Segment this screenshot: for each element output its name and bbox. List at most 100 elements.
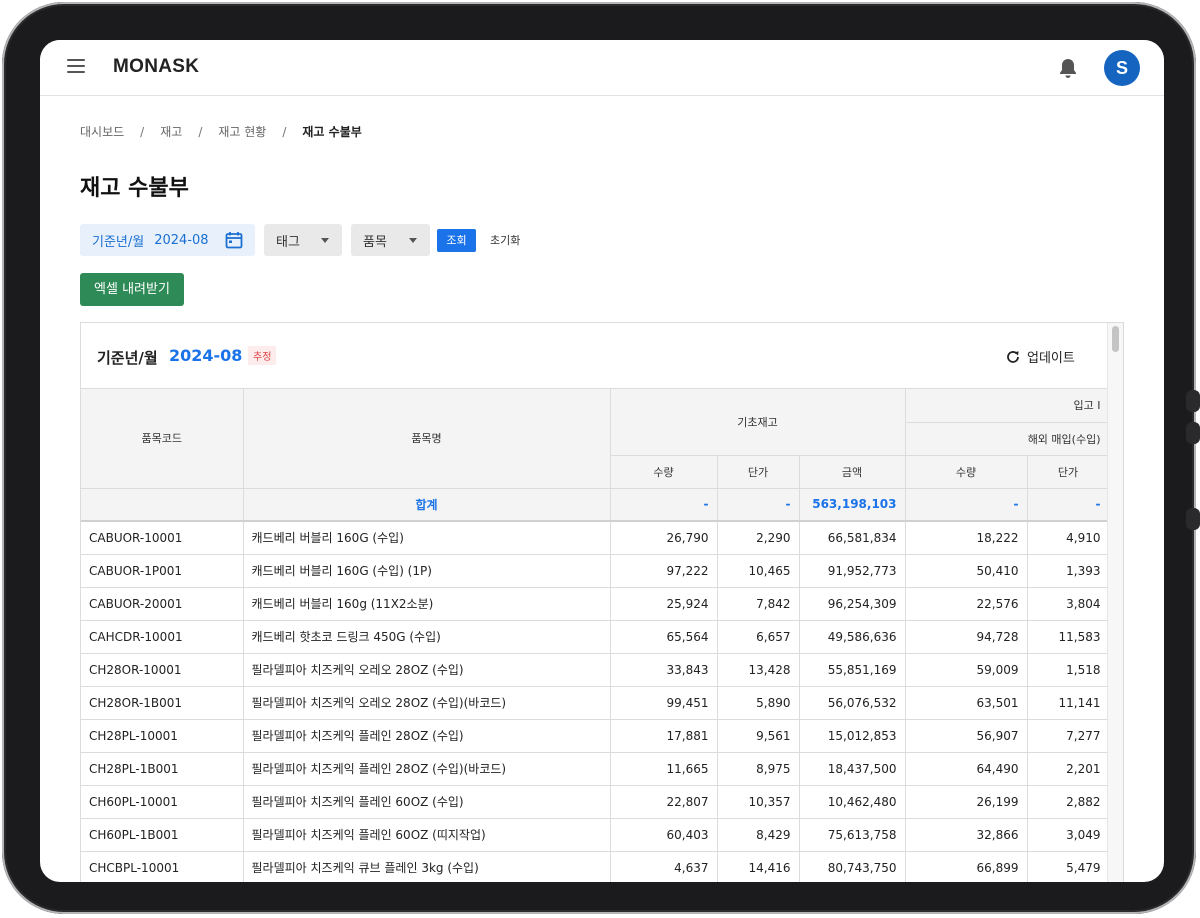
header-inbound: 입고 I [905, 389, 1110, 423]
cell-code: CH60PL-10001 [81, 785, 244, 819]
table-row[interactable]: CABUOR-20001 캐드베리 버블리 160g (11X2소분) 25,924… [81, 587, 1110, 621]
cell-code: CH28OR-1B001 [81, 686, 244, 720]
cell-in-price: 11,583 [1027, 620, 1110, 654]
cell-name: 필라델피아 치즈케익 플레인 28OZ (수입) [243, 719, 611, 753]
total-opening-qty: - [610, 488, 718, 522]
cell-in-qty: 32,866 [905, 818, 1028, 852]
item-select[interactable]: 품목 [351, 224, 430, 256]
cell-in-qty: 22,576 [905, 587, 1028, 621]
table-row[interactable]: CH28OR-10001 필라델피아 치즈케익 오레오 28OZ (수입) 33,8… [81, 653, 1110, 687]
breadcrumb-current: 재고 수불부 [302, 125, 362, 139]
breadcrumb-inventory[interactable]: 재고 [160, 123, 182, 140]
cell-qty: 99,451 [610, 686, 718, 720]
total-label: 합계 [243, 488, 611, 522]
cell-qty: 11,665 [610, 752, 718, 786]
breadcrumb-dashboard[interactable]: 대시보드 [80, 123, 124, 140]
table-row[interactable]: CH60PL-1B001 필라델피아 치즈케익 플레인 60OZ (띠지작업) 60… [81, 818, 1110, 852]
cell-name: 캐드베리 버블리 160G (수입) (1P) [243, 554, 611, 588]
cell-price: 8,429 [717, 818, 800, 852]
cell-qty: 25,924 [610, 587, 718, 621]
chevron-down-icon [409, 238, 417, 243]
cell-in-price: 3,049 [1027, 818, 1110, 852]
side-button [1186, 508, 1200, 530]
cell-amount: 18,437,500 [799, 752, 906, 786]
header-item-name: 품목명 [243, 389, 611, 489]
date-filter-value: 2024-08 [154, 232, 209, 248]
excel-download-button[interactable]: 엑셀 내려받기 [80, 273, 184, 306]
cell-price: 2,290 [717, 521, 800, 555]
cell-qty: 97,222 [610, 554, 718, 588]
cell-amount: 91,952,773 [799, 554, 906, 588]
scrollbar-thumb[interactable] [1112, 326, 1119, 352]
cell-in-price: 7,277 [1027, 719, 1110, 753]
cell-code: CHCBPL-10001 [81, 851, 244, 882]
cell-code: CABUOR-20001 [81, 587, 244, 621]
breadcrumb-separator: / [282, 124, 287, 139]
inventory-ledger-table: 품목코드 품목명 기초재고 입고 I 해외 매입(수입) 수량 단가 금액 수량… [81, 389, 1110, 882]
cell-name: 캐드베리 버블리 160G (수입) [243, 521, 611, 555]
card-header: 기준년/월 2024-08 추정 업데이트 [81, 323, 1109, 389]
cell-name: 필라델피아 치즈케익 플레인 28OZ (수입)(바코드) [243, 752, 611, 786]
refresh-icon [1007, 350, 1019, 363]
table-row[interactable]: CH28PL-1B001 필라델피아 치즈케익 플레인 28OZ (수입)(바코드… [81, 752, 1110, 786]
total-inbound-qty: - [905, 488, 1028, 522]
header-opening-stock: 기초재고 [610, 389, 906, 456]
cell-in-price: 11,141 [1027, 686, 1110, 720]
brand-logo: MONASK [113, 56, 200, 77]
total-inbound-price: - [1027, 488, 1110, 522]
cell-in-price: 2,201 [1027, 752, 1110, 786]
user-avatar[interactable]: S [1104, 50, 1140, 86]
cell-qty: 17,881 [610, 719, 718, 753]
table-row[interactable]: CH60PL-10001 필라델피아 치즈케익 플레인 60OZ (수입) 22,8… [81, 785, 1110, 819]
table-row[interactable]: CH28PL-10001 필라델피아 치즈케익 플레인 28OZ (수입) 17,8… [81, 719, 1110, 753]
table-scrollbar[interactable] [1107, 323, 1123, 882]
cell-amount: 66,581,834 [799, 521, 906, 555]
item-select-label: 품목 [363, 234, 387, 250]
notification-bell-icon[interactable] [1058, 57, 1078, 79]
cell-price: 7,842 [717, 587, 800, 621]
cell-amount: 49,586,636 [799, 620, 906, 654]
table-row[interactable]: CH28OR-1B001 필라델피아 치즈케익 오레오 28OZ (수입)(바코드… [81, 686, 1110, 720]
table-row[interactable]: CABUOR-10001 캐드베리 버블리 160G (수입) 26,790 2,29… [81, 521, 1110, 555]
cell-name: 필라델피아 치즈케익 오레오 28OZ (수입) [243, 653, 611, 687]
total-opening-price: - [717, 488, 800, 522]
cell-amount: 75,613,758 [799, 818, 906, 852]
calendar-icon[interactable] [225, 231, 243, 253]
tag-select[interactable]: 태그 [264, 224, 342, 256]
search-button[interactable]: 조회 [437, 229, 476, 252]
cell-name: 필라델피아 치즈케익 플레인 60OZ (수입) [243, 785, 611, 819]
table-row[interactable]: CAHCDR-10001 캐드베리 핫초코 드링크 450G (수입) 65,564… [81, 620, 1110, 654]
page-title: 재고 수불부 [80, 176, 189, 201]
table-row[interactable]: CHCBPL-10001 필라델피아 치즈케익 큐브 플레인 3kg (수입) 4,… [81, 851, 1110, 882]
breadcrumb-separator: / [140, 124, 145, 139]
total-code-cell [81, 488, 244, 522]
cell-qty: 60,403 [610, 818, 718, 852]
cell-in-qty: 18,222 [905, 521, 1028, 555]
header-opening-price: 단가 [717, 455, 800, 489]
cell-in-price: 5,479 [1027, 851, 1110, 882]
cell-in-price: 4,910 [1027, 521, 1110, 555]
ledger-card: 기준년/월 2024-08 추정 업데이트 품목코드 품목명 기초재고 입고 I… [80, 322, 1124, 882]
date-filter-picker[interactable]: 기준년/월 2024-08 [80, 224, 255, 256]
cell-name: 캐드베리 버블리 160g (11X2소분) [243, 587, 611, 621]
reset-button[interactable]: 초기화 [490, 229, 520, 252]
cell-in-price: 1,518 [1027, 653, 1110, 687]
cell-name: 필라델피아 치즈케익 큐브 플레인 3kg (수입) [243, 851, 611, 882]
cell-in-qty: 66,899 [905, 851, 1028, 882]
table-row[interactable]: CABUOR-1P001 캐드베리 버블리 160G (수입) (1P) 97,22… [81, 554, 1110, 588]
chevron-down-icon [321, 238, 329, 243]
update-button[interactable]: 업데이트 [1005, 347, 1075, 366]
header-opening-qty: 수량 [610, 455, 718, 489]
hamburger-menu-icon[interactable] [67, 59, 85, 73]
date-filter-label: 기준년/월 [92, 234, 145, 250]
header-item-code: 품목코드 [81, 389, 244, 489]
tag-select-label: 태그 [276, 234, 300, 250]
cell-in-qty: 94,728 [905, 620, 1028, 654]
breadcrumb-inventory-status[interactable]: 재고 현황 [218, 123, 266, 140]
total-opening-amount: 563,198,103 [799, 488, 906, 522]
screen: MONASK S 대시보드 / 재고 / 재고 현황 / 재고 수불부 재고 수… [40, 40, 1164, 882]
cell-price: 14,416 [717, 851, 800, 882]
card-period-label: 기준년/월 [97, 349, 158, 367]
cell-in-price: 2,882 [1027, 785, 1110, 819]
breadcrumb-separator: / [198, 124, 203, 139]
